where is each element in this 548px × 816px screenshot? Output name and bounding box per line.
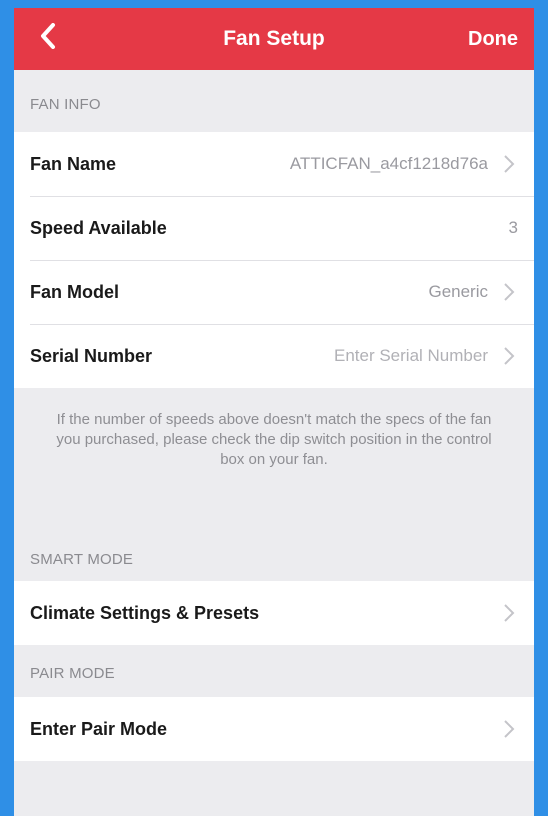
enter-pair-mode-row[interactable]: Enter Pair Mode [14,697,534,761]
back-button[interactable] [28,18,68,58]
fan-name-value: ATTICFAN_a4cf1218d76a [289,154,488,173]
section-header-smart-mode: SMART MODE [30,551,134,568]
speed-available-value: 3 [508,218,518,237]
enter-pair-mode-label: Enter Pair Mode [30,718,168,739]
climate-settings-row[interactable]: Climate Settings & Presets [14,581,534,645]
chevron-right-icon [500,345,518,367]
navigation-bar: Fan Setup Done [14,8,534,70]
speed-available-label: Speed Available [30,217,167,238]
done-button[interactable]: Done [468,28,518,51]
serial-number-label: Serial Number [30,345,153,366]
fan-name-row[interactable]: Fan Name ATTICFAN_a4cf1218d76a [14,132,534,196]
section-header-fan-info: FAN INFO [30,96,101,113]
climate-settings-label: Climate Settings & Presets [30,602,260,623]
chevron-right-icon [500,281,518,303]
fan-model-row[interactable]: Fan Model Generic [14,260,534,324]
serial-number-row[interactable]: Serial Number Enter Serial Number [14,324,534,388]
smart-mode-group: Climate Settings & Presets [14,581,534,645]
chevron-right-icon [500,602,518,624]
section-header-pair-mode: PAIR MODE [30,665,115,682]
chevron-right-icon [500,153,518,175]
page-title: Fan Setup [223,27,325,50]
chevron-right-icon [500,718,518,740]
app-screen: Fan Setup Done FAN INFO Fan Name ATTICFA… [14,8,534,816]
fan-name-label: Fan Name [30,153,117,174]
chevron-left-icon [40,22,56,54]
serial-number-placeholder: Enter Serial Number [333,346,488,365]
fan-info-group: Fan Name ATTICFAN_a4cf1218d76a Speed Ava… [14,132,534,388]
pair-mode-group: Enter Pair Mode [14,697,534,761]
speed-mismatch-note: If the number of speeds above doesn't ma… [56,411,492,468]
speed-available-row: Speed Available 3 [14,196,534,260]
fan-model-value: Generic [428,282,488,301]
fan-model-label: Fan Model [30,281,119,302]
